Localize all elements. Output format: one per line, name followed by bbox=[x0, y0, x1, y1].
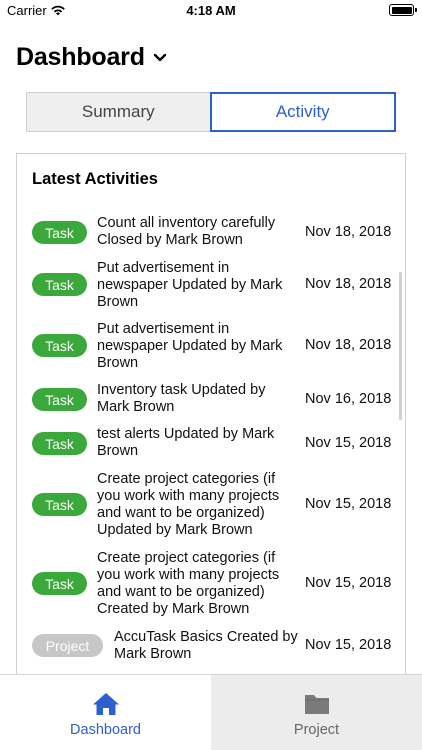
segmented-control: Summary Activity bbox=[26, 92, 396, 132]
activity-date: Nov 18, 2018 bbox=[305, 337, 392, 353]
latest-activities-card: Latest Activities Task Count all invento… bbox=[16, 153, 406, 683]
card-title: Latest Activities bbox=[32, 170, 158, 188]
page-title: Dashboard bbox=[16, 42, 145, 71]
activity-date: Nov 15, 2018 bbox=[305, 637, 392, 653]
battery-icon bbox=[389, 4, 417, 16]
tab-project-label: Project bbox=[293, 722, 340, 738]
task-badge: Task bbox=[32, 273, 87, 296]
tab-dashboard-label: Dashboard bbox=[70, 722, 141, 738]
activity-date: Nov 18, 2018 bbox=[305, 224, 392, 240]
activity-text: AccuTask Basics Created by Mark Brown bbox=[114, 629, 298, 662]
activity-row[interactable]: Task Create project categories (if you w… bbox=[17, 549, 405, 619]
dashboard-screen: Carrier 4:18 AM Dashboard Summary Activi… bbox=[0, 0, 422, 750]
activity-text: Inventory task Updated by Mark Brown bbox=[97, 382, 266, 415]
activity-text: test alerts Updated by Mark Brown bbox=[97, 426, 275, 459]
activity-text: Put advertisement in newspaper Updated b… bbox=[97, 260, 283, 310]
task-badge: Task bbox=[32, 493, 87, 516]
task-badge: Task bbox=[32, 334, 87, 357]
activity-text: Create project categories (if you work w… bbox=[97, 550, 280, 617]
activity-row[interactable]: Task Put advertisement in newspaper Upda… bbox=[17, 259, 405, 311]
task-badge: Task bbox=[32, 221, 87, 244]
folder-icon bbox=[304, 695, 329, 714]
activity-row[interactable]: Task test alerts Updated by Mark Brown N… bbox=[17, 426, 405, 462]
activity-text: Count all inventory carefully Closed by … bbox=[97, 215, 276, 248]
activity-text: Put advertisement in newspaper Updated b… bbox=[97, 321, 283, 371]
activity-date: Nov 15, 2018 bbox=[305, 575, 392, 591]
activity-date: Nov 15, 2018 bbox=[305, 435, 392, 451]
activity-text: Create project categories (if you work w… bbox=[97, 471, 280, 538]
home-icon bbox=[92, 693, 119, 715]
bottom-tab-bar: Dashboard Project bbox=[0, 674, 422, 750]
activity-date: Nov 18, 2018 bbox=[305, 276, 392, 292]
activity-date: Nov 15, 2018 bbox=[305, 496, 392, 512]
task-badge: Task bbox=[32, 432, 87, 455]
project-badge: Project bbox=[32, 634, 103, 657]
status-bar: Carrier 4:18 AM bbox=[0, 0, 422, 22]
tab-dashboard[interactable]: Dashboard bbox=[0, 675, 211, 750]
activity-row[interactable]: Task Count all inventory carefully Close… bbox=[17, 212, 405, 252]
status-time: 4:18 AM bbox=[186, 3, 236, 18]
activity-date: Nov 16, 2018 bbox=[305, 391, 392, 407]
activity-row[interactable]: Task Put advertisement in newspaper Upda… bbox=[17, 320, 405, 372]
activity-row[interactable]: Project AccuTask Basics Created by Mark … bbox=[17, 628, 405, 664]
activity-row[interactable]: Task Create project categories (if you w… bbox=[17, 470, 405, 540]
activity-row[interactable]: Task Inventory task Updated by Mark Brow… bbox=[17, 382, 405, 418]
chevron-down-icon bbox=[153, 53, 166, 62]
task-badge: Task bbox=[32, 388, 87, 411]
tab-activity[interactable]: Activity bbox=[209, 92, 396, 132]
tab-summary[interactable]: Summary bbox=[26, 92, 210, 132]
task-badge: Task bbox=[32, 572, 87, 595]
dashboard-selector[interactable]: Dashboard bbox=[16, 40, 167, 74]
tab-project[interactable]: Project bbox=[211, 675, 422, 750]
